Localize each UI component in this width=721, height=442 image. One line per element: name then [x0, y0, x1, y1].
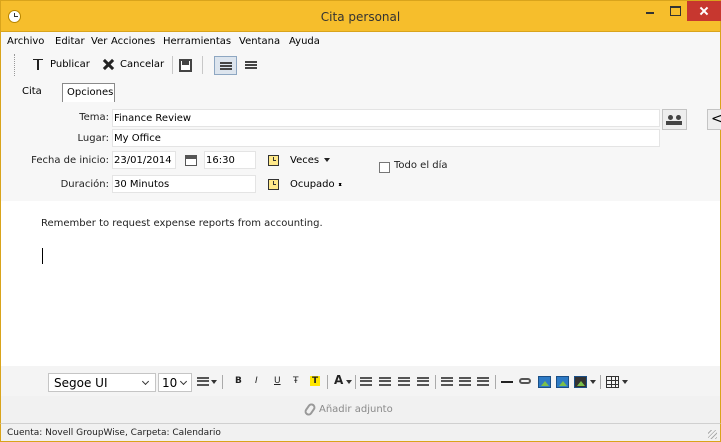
- start-date-field[interactable]: 23/01/2014: [112, 151, 176, 169]
- duration-clock-icon[interactable]: [268, 179, 279, 190]
- subject-field[interactable]: Finance Review: [112, 109, 660, 127]
- dropdown-arrow-icon[interactable]: [211, 380, 217, 384]
- font-color-button[interactable]: A: [334, 373, 343, 387]
- add-attachment-link[interactable]: Añadir adjunto: [319, 404, 393, 415]
- align-left-icon[interactable]: [441, 377, 453, 386]
- insert-image-icon[interactable]: [538, 376, 551, 388]
- cancel-button[interactable]: Cancelar: [102, 56, 164, 73]
- chevron-down-icon: [179, 377, 188, 386]
- resize-grip[interactable]: [708, 430, 717, 439]
- underline-button[interactable]: U: [274, 376, 281, 386]
- chevron-down-icon: [141, 377, 150, 386]
- dropdown-arrow-icon[interactable]: [346, 380, 352, 384]
- menu-editar[interactable]: Editar: [55, 36, 85, 47]
- align-right-icon[interactable]: [477, 377, 489, 386]
- address-book-icon[interactable]: [662, 109, 687, 130]
- highlight-button[interactable]: T: [310, 376, 321, 386]
- pin-icon: [32, 58, 45, 71]
- all-day-label: Todo el día: [394, 160, 448, 171]
- message-body-text: Remember to request expense reports from…: [41, 218, 323, 229]
- all-day-checkbox[interactable]: [379, 162, 390, 173]
- publish-label: Publicar: [50, 59, 90, 70]
- start-date-label: Fecha de inicio:: [31, 155, 109, 166]
- table-icon[interactable]: [606, 376, 619, 388]
- cancel-label: Cancelar: [120, 59, 165, 70]
- format-separator: [355, 375, 356, 389]
- font-size-value: 10: [162, 376, 178, 390]
- decrease-indent-icon[interactable]: [398, 377, 410, 386]
- location-label: Lugar:: [77, 133, 109, 144]
- format-toolbar: Segoe UI 10 B I U Ŧ T A: [0, 366, 721, 396]
- numbered-list-icon[interactable]: [360, 377, 372, 386]
- horizontal-line-icon[interactable]: [501, 381, 513, 383]
- duration-field[interactable]: 30 Minutos: [112, 175, 256, 193]
- format-separator: [600, 375, 601, 389]
- tab-strip: Cita Opciones: [0, 80, 721, 102]
- menu-herramientas[interactable]: Herramientas: [163, 36, 231, 47]
- italic-button[interactable]: I: [255, 376, 258, 386]
- toolbar-separator: [172, 56, 173, 74]
- status-text: Cuenta: Novell GroupWise, Carpeta: Calen…: [7, 428, 221, 438]
- collapse-arrow-icon[interactable]: <: [707, 109, 721, 130]
- appointment-form: Tema: Finance Review < Lugar: My Office …: [0, 102, 721, 201]
- font-family-select[interactable]: Segoe UI: [48, 373, 156, 392]
- tab-cita[interactable]: Cita: [18, 83, 60, 102]
- insert-object-icon[interactable]: [574, 376, 587, 388]
- message-body-editor[interactable]: Remember to request expense reports from…: [0, 201, 721, 366]
- bullet-list-icon[interactable]: [379, 377, 391, 386]
- link-icon[interactable]: [519, 378, 531, 384]
- menu-ver[interactable]: Ver: [91, 36, 107, 47]
- location-field[interactable]: My Office: [112, 129, 660, 147]
- title-bar[interactable]: Cita personal: [0, 0, 721, 32]
- time-clock-icon[interactable]: [268, 155, 279, 166]
- menu-ayuda[interactable]: Ayuda: [289, 36, 320, 47]
- menu-ventana[interactable]: Ventana: [239, 36, 280, 47]
- minimize-button[interactable]: [637, 1, 663, 21]
- format-separator: [222, 375, 223, 389]
- details-view-icon: [220, 62, 232, 70]
- toolbar: Publicar Cancelar: [0, 50, 721, 80]
- strikethrough-button[interactable]: Ŧ: [293, 376, 299, 386]
- paperclip-icon[interactable]: [302, 401, 318, 418]
- format-separator: [435, 375, 436, 389]
- increase-indent-icon[interactable]: [417, 377, 429, 386]
- font-family-value: Segoe UI: [54, 376, 108, 390]
- view-details-button[interactable]: [214, 56, 237, 75]
- menu-archivo[interactable]: Archivo: [7, 36, 44, 47]
- attachment-bar: Añadir adjunto: [0, 396, 721, 423]
- bold-button[interactable]: B: [235, 376, 242, 386]
- view-message-button[interactable]: [240, 56, 263, 75]
- start-time-field[interactable]: 16:30: [204, 151, 256, 169]
- font-size-select[interactable]: 10: [158, 373, 192, 392]
- format-separator: [327, 375, 328, 389]
- cancel-x-icon: [102, 58, 115, 71]
- publish-button[interactable]: Publicar: [32, 56, 90, 73]
- insert-picture-icon[interactable]: [556, 376, 569, 388]
- align-center-icon[interactable]: [459, 377, 471, 386]
- toolbar-separator: [202, 56, 203, 74]
- calendar-icon[interactable]: [185, 155, 197, 166]
- window-title: Cita personal: [320, 10, 401, 24]
- show-as-selector[interactable]: Ocupado: [290, 179, 345, 190]
- recurrence-dropdown[interactable]: Veces: [290, 155, 330, 166]
- tab-opciones[interactable]: Opciones: [62, 83, 115, 102]
- save-icon[interactable]: [179, 59, 192, 72]
- dropdown-arrow-icon[interactable]: [590, 380, 596, 384]
- status-bar: Cuenta: Novell GroupWise, Carpeta: Calen…: [0, 423, 721, 442]
- dropdown-arrow-icon[interactable]: [622, 380, 628, 384]
- close-button[interactable]: [687, 1, 721, 21]
- maximize-button[interactable]: [663, 1, 687, 21]
- duration-label: Duración:: [60, 179, 109, 190]
- toolbar-grip[interactable]: [14, 54, 16, 76]
- menu-bar: Archivo Editar Ver Acciones Herramientas…: [0, 32, 721, 50]
- subject-label: Tema:: [79, 112, 109, 123]
- format-separator: [495, 375, 496, 389]
- paragraph-style-icon[interactable]: [197, 377, 209, 386]
- message-view-icon: [245, 61, 257, 69]
- text-caret: [42, 248, 43, 264]
- menu-acciones[interactable]: Acciones: [111, 36, 155, 47]
